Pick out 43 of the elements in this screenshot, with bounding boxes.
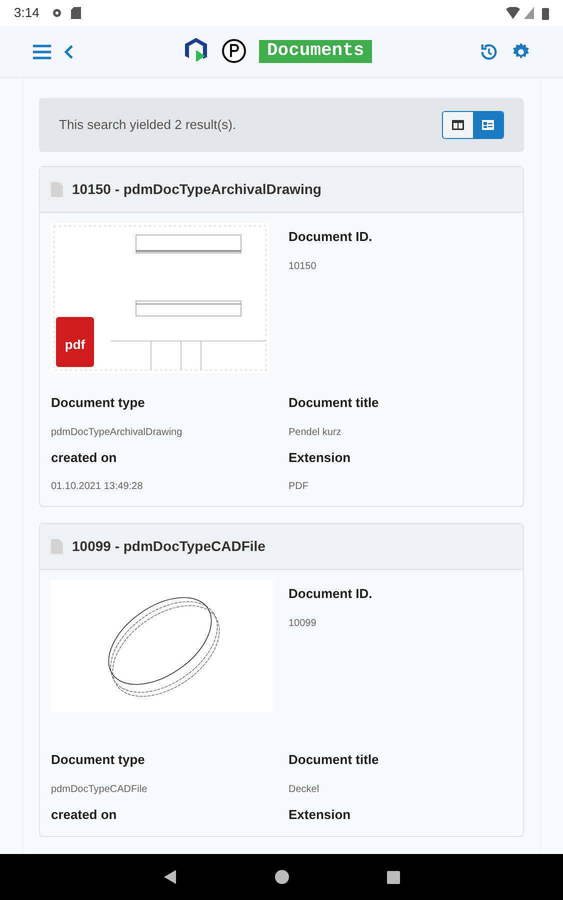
settings-icon[interactable] [511,42,531,62]
history-icon[interactable] [479,42,499,62]
menu-icon[interactable] [32,44,52,60]
signal-icon [524,7,534,19]
field-value: PDF [288,480,310,494]
card-view-button[interactable] [473,112,503,138]
field-label: created on [51,448,118,466]
field-label: Extension [288,448,352,466]
document-icon [51,539,63,554]
field-label: Document type [51,751,146,769]
field-value: Deckel [288,782,320,796]
pdf-file-icon: pdf [56,317,94,367]
field-label: Document type [51,394,146,412]
field-value: 01.10.2021 13:49:28 [51,480,144,494]
app-title: Documents [259,40,372,62]
field-value: pdmDocTypeCADFile [51,782,148,796]
back-icon[interactable] [64,44,74,60]
table-view-button[interactable] [443,112,473,138]
battery-icon [542,6,549,20]
field-value: 10099 [288,616,318,630]
document-icon [51,182,63,197]
field-value: pdmDocTypeArchivalDrawing [51,426,184,440]
field-label: created on [51,806,118,824]
home-nav-icon[interactable] [275,870,289,884]
logo-icon [184,37,210,65]
table-view-icon [452,120,464,130]
field-label: Document ID. [288,228,374,246]
settings-status-icon [51,7,64,19]
status-time: 3:14 [14,4,40,22]
field-value: 10150 [288,260,318,274]
field-label: Document ID. [288,585,374,603]
field-label: Document title [288,751,380,769]
wifi-icon [506,7,520,19]
results-message: This search yielded 2 result(s). [59,116,238,134]
back-nav-icon[interactable] [163,869,177,885]
sd-card-icon [71,7,82,19]
field-value: Pendel kurz [288,426,342,440]
card-view-icon [482,120,494,130]
field-label: Extension [288,806,352,824]
document-heading[interactable]: 10099 - pdmDocTypeCADFile [72,536,266,557]
p-circle-icon [221,38,247,64]
recents-nav-icon[interactable] [387,870,400,884]
field-label: Document title [288,394,380,412]
